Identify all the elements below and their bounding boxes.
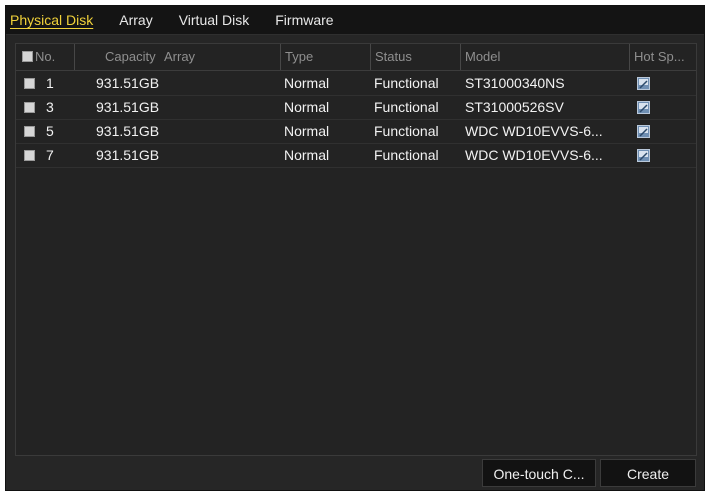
cell-status: Functional <box>374 123 439 139</box>
footer-bar: One-touch C... Create <box>6 454 704 490</box>
cell-status: Functional <box>374 147 439 163</box>
column-header-no[interactable]: No. <box>35 44 65 70</box>
cell-model: ST31000340NS <box>465 75 565 91</box>
cell-no: 1 <box>46 75 54 91</box>
tab-array[interactable]: Array <box>119 6 152 34</box>
cell-status: Functional <box>374 75 439 91</box>
table-row[interactable]: 5 931.51GB Normal Functional WDC WD10EVV… <box>16 119 696 144</box>
cell-capacity: 931.51GB <box>96 99 160 115</box>
column-header-model[interactable]: Model <box>460 44 629 70</box>
disk-edit-icon[interactable] <box>637 149 650 162</box>
create-button[interactable]: Create <box>600 459 696 487</box>
cell-no: 3 <box>46 99 54 115</box>
cell-array <box>164 95 274 119</box>
tab-firmware[interactable]: Firmware <box>275 6 333 34</box>
one-touch-config-button[interactable]: One-touch C... <box>482 459 596 487</box>
cell-array <box>164 71 274 95</box>
column-header-hot-spare[interactable]: Hot Sp... <box>629 44 696 70</box>
disk-edit-icon[interactable] <box>637 77 650 90</box>
tab-virtual-disk[interactable]: Virtual Disk <box>179 6 250 34</box>
column-header-status[interactable]: Status <box>370 44 460 70</box>
cell-model: ST31000526SV <box>465 99 564 115</box>
cell-type: Normal <box>284 123 330 139</box>
row-checkbox[interactable] <box>24 78 35 89</box>
cell-capacity: 931.51GB <box>96 123 160 139</box>
disk-edit-icon[interactable] <box>637 101 650 114</box>
cell-type: Normal <box>284 147 330 163</box>
select-all-checkbox[interactable] <box>22 51 33 62</box>
cell-type: Normal <box>284 75 330 91</box>
row-checkbox[interactable] <box>24 150 35 161</box>
row-checkbox[interactable] <box>24 102 35 113</box>
table-row[interactable]: 1 931.51GB Normal Functional ST31000340N… <box>16 71 696 96</box>
cell-type: Normal <box>284 99 330 115</box>
cell-no: 5 <box>46 123 54 139</box>
column-header-array[interactable]: Array <box>164 44 280 70</box>
cell-capacity: 931.51GB <box>96 75 160 91</box>
disk-edit-icon[interactable] <box>637 125 650 138</box>
cell-array <box>164 143 274 167</box>
physical-disk-table: No. Capacity Array Type Status Model Hot… <box>15 43 697 456</box>
row-checkbox[interactable] <box>24 126 35 137</box>
disk-management-window: Physical Disk Array Virtual Disk Firmwar… <box>5 5 705 491</box>
table-row[interactable]: 3 931.51GB Normal Functional ST31000526S… <box>16 95 696 120</box>
tab-physical-disk[interactable]: Physical Disk <box>10 6 93 34</box>
table-row[interactable]: 7 931.51GB Normal Functional WDC WD10EVV… <box>16 143 696 168</box>
cell-model: WDC WD10EVVS-6... <box>465 147 603 163</box>
cell-capacity: 931.51GB <box>96 147 160 163</box>
tab-bar: Physical Disk Array Virtual Disk Firmwar… <box>6 6 704 35</box>
column-header-capacity[interactable]: Capacity <box>74 44 164 70</box>
cell-array <box>164 119 274 143</box>
cell-model: WDC WD10EVVS-6... <box>465 123 603 139</box>
column-header-type[interactable]: Type <box>280 44 370 70</box>
cell-status: Functional <box>374 99 439 115</box>
table-header: No. Capacity Array Type Status Model Hot… <box>16 44 696 71</box>
cell-no: 7 <box>46 147 54 163</box>
